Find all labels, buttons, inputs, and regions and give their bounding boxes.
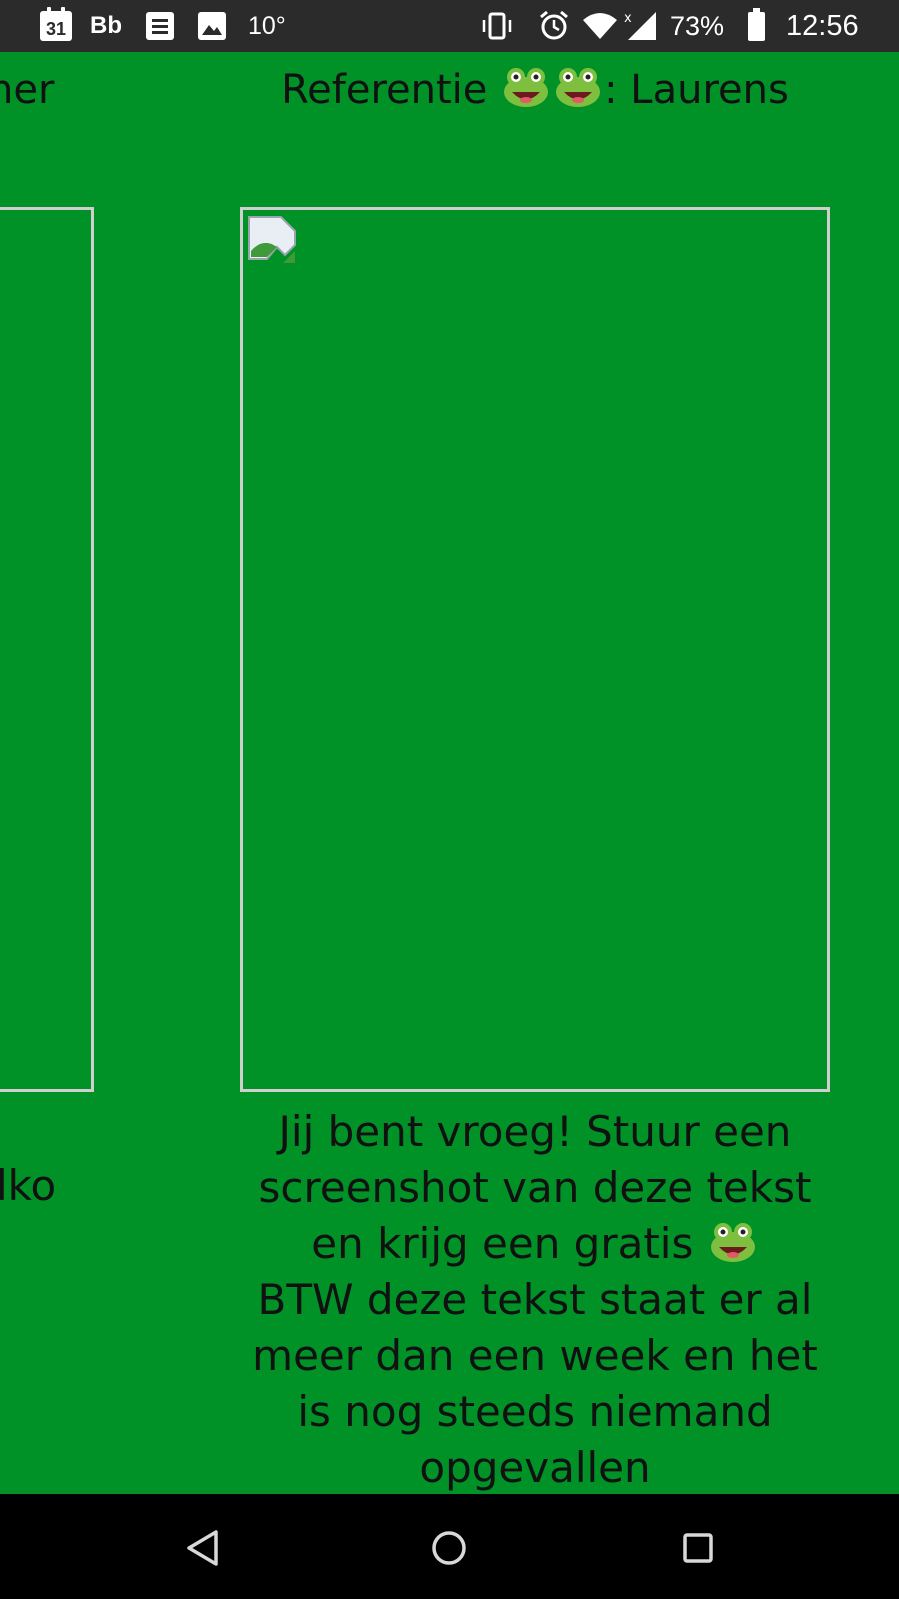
svg-text:x: x [624, 11, 632, 26]
slide-title: Referentie : Laurens [240, 62, 830, 118]
home-button[interactable] [421, 1520, 477, 1576]
wifi-icon [582, 12, 618, 40]
home-icon [432, 1531, 466, 1565]
frog-emoji-icon [556, 68, 601, 107]
caption-line: BTW deze tekst staat er al [257, 1275, 813, 1324]
image-icon [198, 12, 226, 40]
blackboard-icon: Bb [90, 0, 122, 52]
slide-caption: Jij bent vroeg! Stuur een screenshot van… [240, 1104, 830, 1496]
navigation-bar [0, 1494, 899, 1599]
prev-slide-image-frame[interactable] [0, 207, 94, 1092]
battery-icon [748, 8, 765, 41]
calendar-day: 31 [45, 19, 67, 39]
battery-percent: 73% [670, 10, 725, 41]
slide-title-prefix: Referentie [281, 67, 488, 113]
recents-button[interactable] [670, 1520, 726, 1576]
frog-emoji-icon [710, 1223, 755, 1262]
frog-emoji-icon [504, 68, 549, 107]
caption-line: Jij bent vroeg! Stuur een [278, 1107, 792, 1156]
back-button[interactable] [174, 1520, 230, 1576]
app-label: Bb [90, 12, 122, 39]
document-icon [146, 12, 174, 40]
slide-image-frame[interactable] [240, 207, 830, 1092]
calendar-icon: 31 [40, 7, 72, 41]
caption-line: meer dan een week en het [252, 1331, 818, 1380]
caption-line: is nog steeds niemand [297, 1387, 773, 1436]
caption-line: en krijg een gratis [311, 1219, 694, 1268]
clock: 12:56 [786, 9, 859, 42]
temperature: 10° [248, 11, 286, 40]
signal-icon: x [624, 10, 658, 42]
slide-title-suffix: : Laurens [604, 67, 789, 113]
broken-image-icon [248, 216, 296, 263]
recents-icon [683, 1533, 713, 1563]
caption-line-with-emoji: en krijg een gratis [240, 1216, 830, 1272]
alarm-icon [538, 10, 570, 42]
status-bar: 31 Bb 10° x 73% 12:56 [0, 0, 899, 52]
caption-line: screenshot van deze tekst [258, 1163, 812, 1212]
vibrate-icon [480, 12, 514, 40]
prev-slide-title: ner [0, 67, 55, 113]
prev-slide-caption: lko [0, 1161, 57, 1210]
back-icon [187, 1530, 218, 1566]
caption-line: opgevallen [419, 1443, 651, 1492]
